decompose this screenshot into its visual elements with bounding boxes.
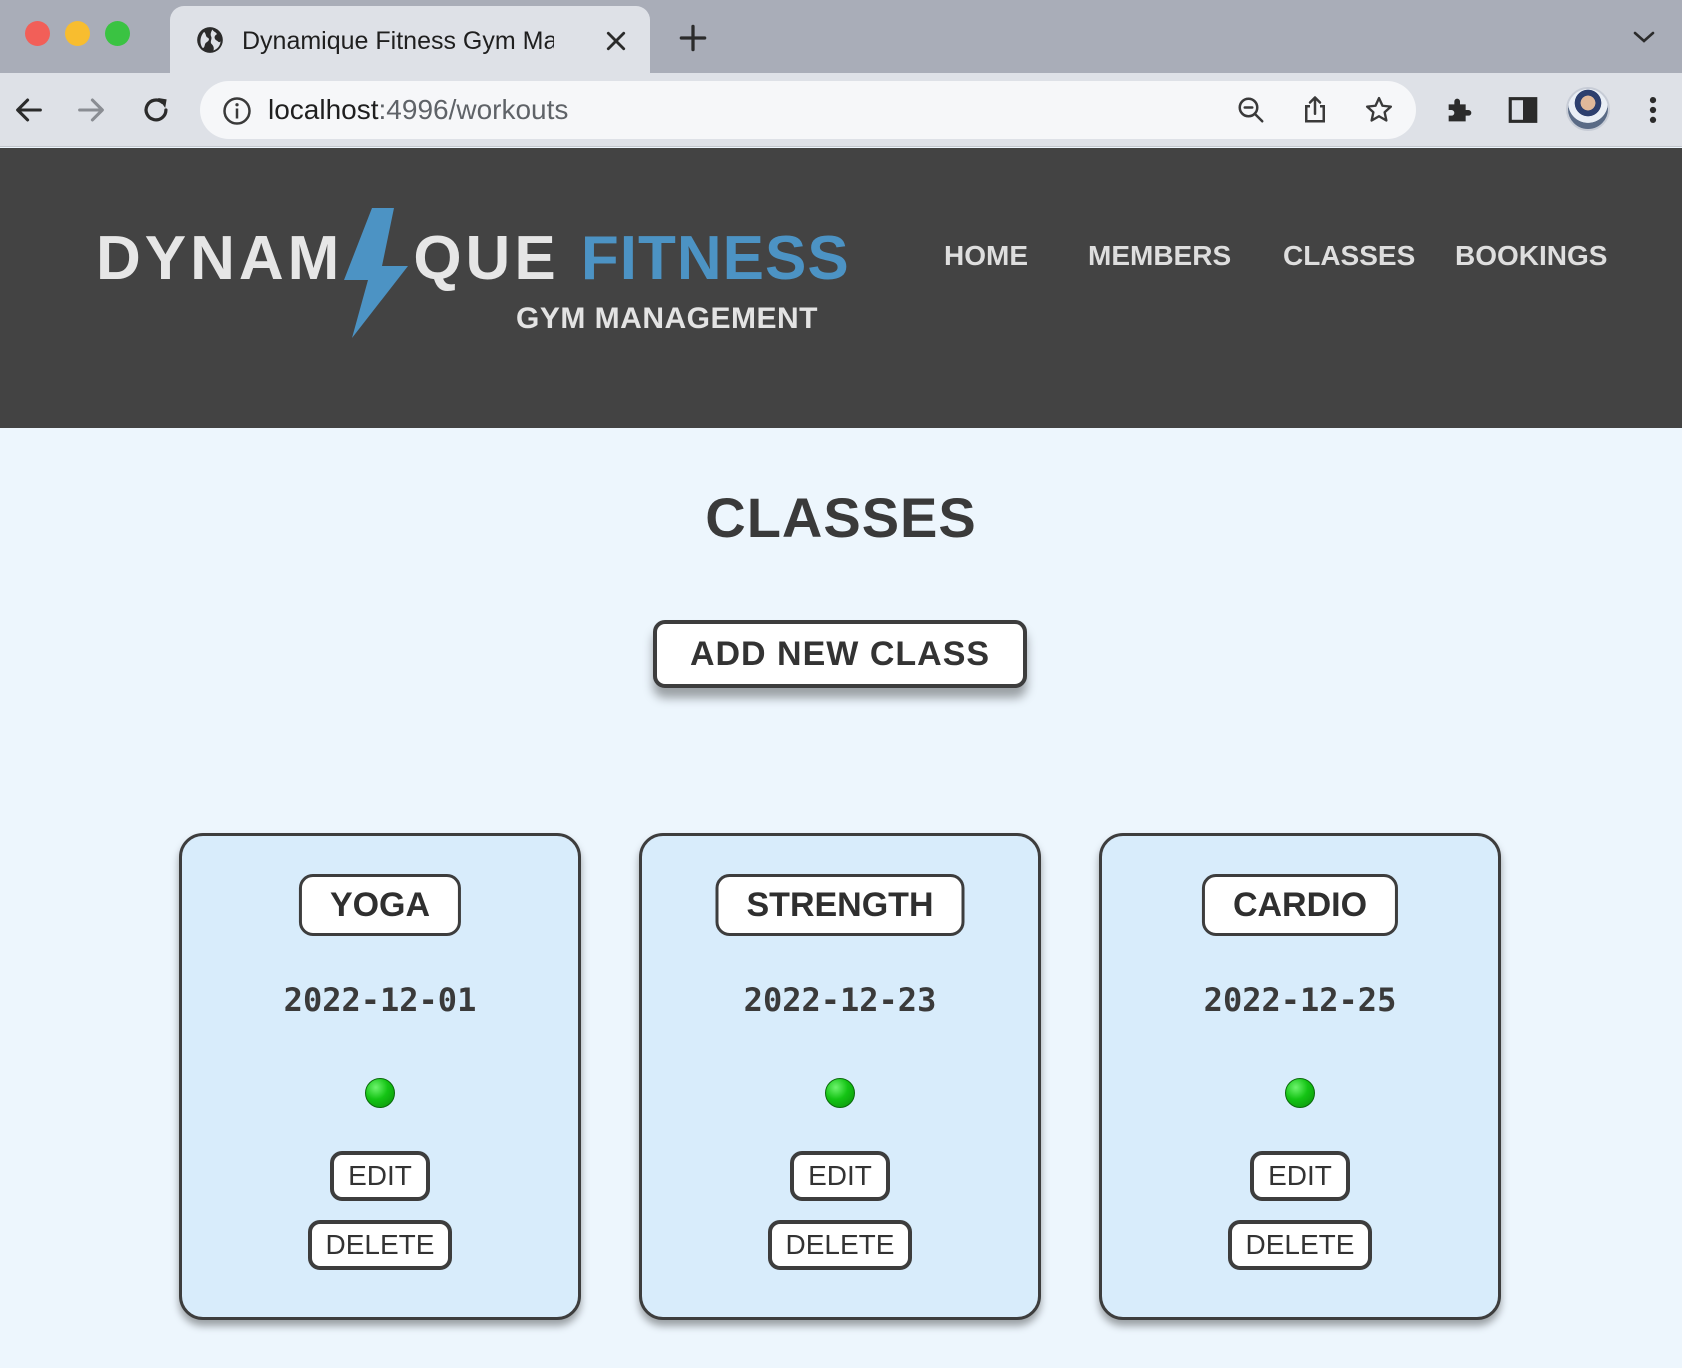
- logo-subtitle: GYM MANAGEMENT: [516, 302, 818, 335]
- page-title: CLASSES: [705, 486, 977, 549]
- back-arrow-icon[interactable]: [12, 93, 46, 127]
- delete-button[interactable]: DELETE: [308, 1220, 452, 1270]
- url-host: localhost: [268, 94, 379, 125]
- more-vertical-icon[interactable]: [1636, 93, 1670, 127]
- add-new-class-button[interactable]: ADD NEW CLASS: [653, 620, 1027, 688]
- logo-accent-text: FITNESS: [580, 224, 850, 293]
- zoom-out-icon[interactable]: [1236, 95, 1266, 125]
- tab-title: Dynamique Fitness Gym Management: [242, 27, 554, 55]
- status-indicator: [365, 1078, 395, 1108]
- browser-toolbar: localhost:4996/workouts: [0, 73, 1682, 147]
- class-date: 2022-12-25: [1203, 981, 1397, 1019]
- minimize-window-button[interactable]: [65, 21, 90, 46]
- status-indicator: [1285, 1078, 1315, 1108]
- close-window-button[interactable]: [25, 21, 50, 46]
- class-name: CARDIO: [1201, 874, 1399, 936]
- new-tab-plus-icon[interactable]: [679, 24, 707, 52]
- site-info-icon[interactable]: [222, 96, 252, 126]
- nav-home[interactable]: HOME: [944, 240, 1028, 272]
- browser-tab-active[interactable]: Dynamique Fitness Gym Management: [170, 6, 650, 73]
- edit-button[interactable]: EDIT: [1250, 1151, 1350, 1201]
- class-date: 2022-12-01: [283, 981, 477, 1019]
- chevron-down-icon[interactable]: [1632, 28, 1656, 46]
- class-name: STRENGTH: [715, 874, 965, 936]
- browser-tab-strip: Dynamique Fitness Gym Management: [0, 0, 1682, 73]
- reload-icon[interactable]: [139, 93, 173, 127]
- class-date: 2022-12-23: [743, 981, 937, 1019]
- forward-arrow-icon[interactable]: [74, 93, 108, 127]
- url-path: :4996/workouts: [378, 94, 569, 125]
- lightning-bolt-icon: [344, 208, 408, 338]
- share-icon[interactable]: [1300, 95, 1330, 125]
- site-logo[interactable]: DYNAM QUE FITNESS GYM MANAGEMENT: [96, 208, 849, 348]
- profile-avatar[interactable]: [1566, 87, 1610, 131]
- class-card-yoga: YOGA 2022-12-01 EDIT DELETE: [179, 833, 581, 1320]
- side-panel-icon[interactable]: [1506, 93, 1540, 127]
- nav-members[interactable]: MEMBERS: [1088, 240, 1231, 272]
- status-indicator: [825, 1078, 855, 1108]
- class-card-cardio: CARDIO 2022-12-25 EDIT DELETE: [1099, 833, 1501, 1320]
- logo-wordmark: DYNAM QUE FITNESS: [96, 224, 850, 294]
- edit-button[interactable]: EDIT: [790, 1151, 890, 1201]
- address-bar[interactable]: localhost:4996/workouts: [200, 81, 1416, 139]
- class-card-strength: STRENGTH 2022-12-23 EDIT DELETE: [639, 833, 1041, 1320]
- logo-text-part1: DYNAM: [96, 224, 344, 293]
- logo-text-part2: QUE: [413, 224, 560, 293]
- delete-button[interactable]: DELETE: [1228, 1220, 1372, 1270]
- class-name: YOGA: [298, 874, 462, 936]
- edit-button[interactable]: EDIT: [330, 1151, 430, 1201]
- bookmark-star-icon[interactable]: [1364, 95, 1394, 125]
- url-text[interactable]: localhost:4996/workouts: [268, 93, 568, 127]
- extensions-puzzle-icon[interactable]: [1443, 93, 1477, 127]
- nav-bookings[interactable]: BOOKINGS: [1455, 240, 1607, 272]
- globe-icon: [197, 27, 223, 53]
- delete-button[interactable]: DELETE: [768, 1220, 912, 1270]
- nav-classes[interactable]: CLASSES: [1283, 240, 1415, 272]
- close-tab-icon[interactable]: [605, 30, 627, 52]
- maximize-window-button[interactable]: [105, 21, 130, 46]
- site-header: DYNAM QUE FITNESS GYM MANAGEMENT HOME MEM…: [0, 148, 1682, 428]
